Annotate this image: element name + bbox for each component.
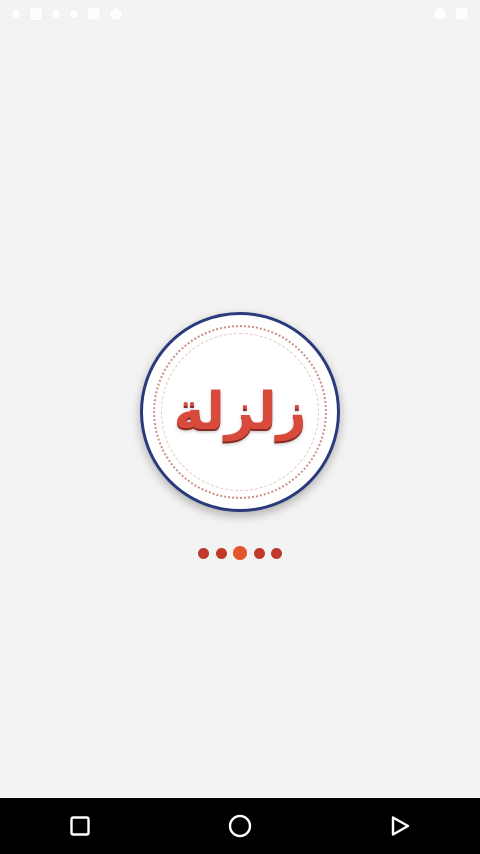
logo-badge: زلزلة <box>140 312 340 512</box>
recents-button[interactable] <box>50 798 110 854</box>
notification-icon <box>12 10 20 18</box>
app-logo: زلزلة <box>140 312 340 512</box>
back-button[interactable] <box>370 798 430 854</box>
home-icon <box>228 814 252 838</box>
notification-icon <box>88 8 100 20</box>
loading-dot <box>253 547 265 559</box>
notification-icon <box>110 8 122 20</box>
status-bar-left <box>12 8 122 20</box>
loading-dot <box>271 547 282 559</box>
loading-dot <box>198 547 209 559</box>
battery-icon <box>456 8 468 20</box>
navigation-bar <box>0 798 480 854</box>
signal-icon <box>434 8 446 20</box>
recents-icon <box>70 816 90 836</box>
logo-text: زلزلة <box>173 382 307 442</box>
notification-icon <box>70 10 78 18</box>
loading-indicator <box>198 544 282 562</box>
splash-screen: زلزلة <box>0 0 480 854</box>
notification-icon <box>30 8 42 20</box>
status-bar-right <box>434 8 468 20</box>
home-button[interactable] <box>210 798 270 854</box>
loading-dot <box>215 547 227 559</box>
loading-dot-active <box>233 546 247 560</box>
notification-icon <box>52 10 60 18</box>
play-triangle-icon <box>391 816 410 836</box>
status-bar <box>0 0 480 28</box>
